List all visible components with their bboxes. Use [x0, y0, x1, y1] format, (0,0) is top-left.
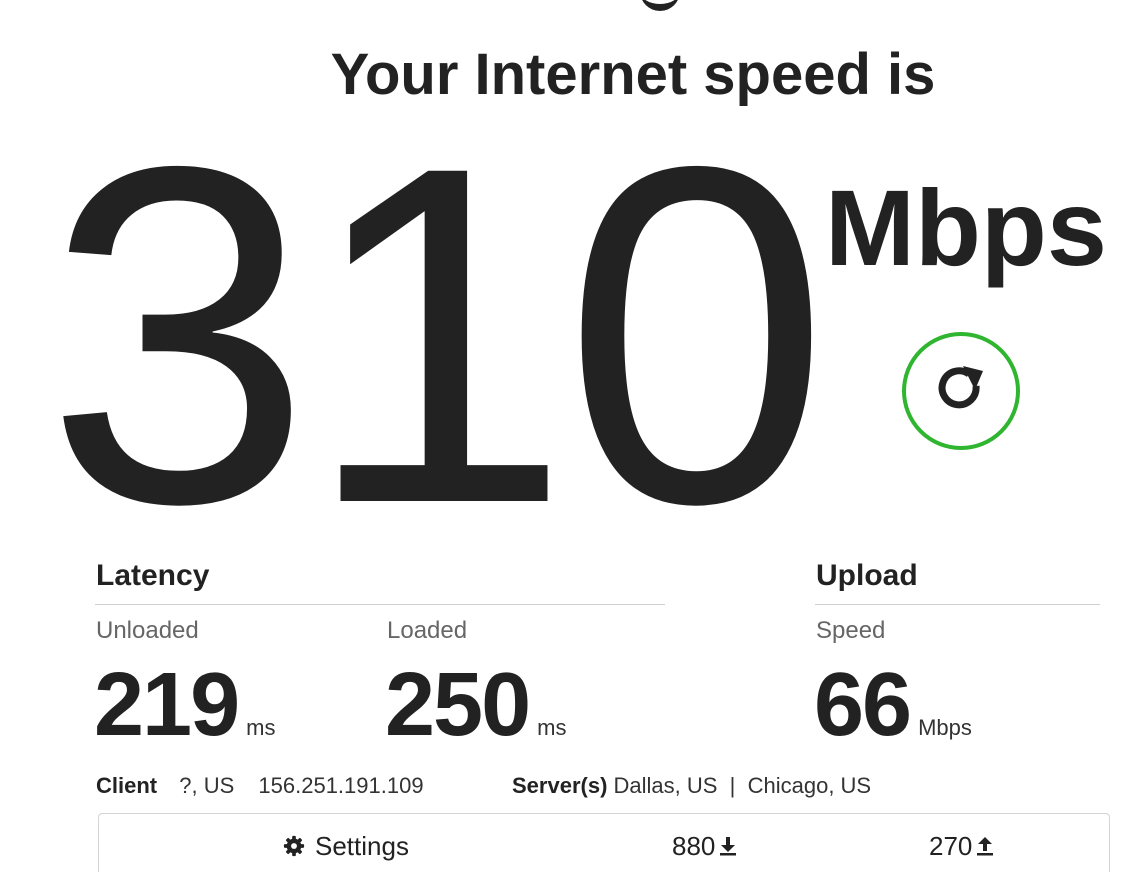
speed-test-page: Your Internet speed is 310 Mbps Latency …: [0, 0, 1146, 872]
download-speed-units: Mbps: [825, 167, 1107, 288]
unloaded-latency: 219 ms: [94, 660, 276, 776]
refresh-button[interactable]: [902, 332, 1020, 450]
upload-divider: [815, 604, 1100, 605]
client-label: Client: [96, 773, 158, 798]
upload-count[interactable]: 270: [929, 830, 994, 862]
latency-title: Latency: [96, 559, 210, 592]
loaded-latency: 250 ms: [385, 660, 567, 776]
settings-label: Settings: [315, 831, 409, 861]
client-info: Client ?, US 156.251.191.109: [96, 772, 424, 800]
upload-speed-unit: Mbps: [918, 715, 972, 740]
footer-bar: Settings 880 270: [98, 813, 1110, 872]
upload-title: Upload: [816, 559, 918, 592]
unloaded-label: Unloaded: [96, 617, 199, 644]
unloaded-latency-value: 219: [94, 655, 240, 755]
client-ip: 156.251.191.109: [258, 773, 424, 798]
loaded-latency-value: 250: [385, 655, 531, 755]
settings-button[interactable]: Settings: [283, 830, 409, 862]
client-location: ?, US: [179, 773, 235, 798]
refresh-icon: [933, 361, 989, 422]
loaded-label: Loaded: [387, 617, 468, 644]
download-count[interactable]: 880: [672, 830, 737, 862]
server-label: Server(s): [512, 773, 608, 798]
upload-speed-label: Speed: [816, 617, 886, 644]
download-count-value: 880: [672, 831, 716, 861]
upload-count-value: 270: [929, 831, 973, 861]
upload-arrow-icon: [976, 836, 994, 856]
server-list: Dallas, US | Chicago, US: [613, 773, 872, 798]
upload-speed-value: 66: [814, 655, 912, 755]
cropped-logo-fragment: [640, 0, 680, 11]
server-info: Server(s) Dallas, US | Chicago, US: [512, 772, 871, 800]
latency-divider: [95, 604, 665, 605]
gear-icon: [283, 835, 305, 857]
upload-speed: 66 Mbps: [814, 660, 972, 776]
loaded-latency-unit: ms: [537, 715, 567, 740]
unloaded-latency-unit: ms: [246, 715, 276, 740]
download-arrow-icon: [719, 836, 737, 856]
download-speed-value: 310: [45, 66, 830, 603]
